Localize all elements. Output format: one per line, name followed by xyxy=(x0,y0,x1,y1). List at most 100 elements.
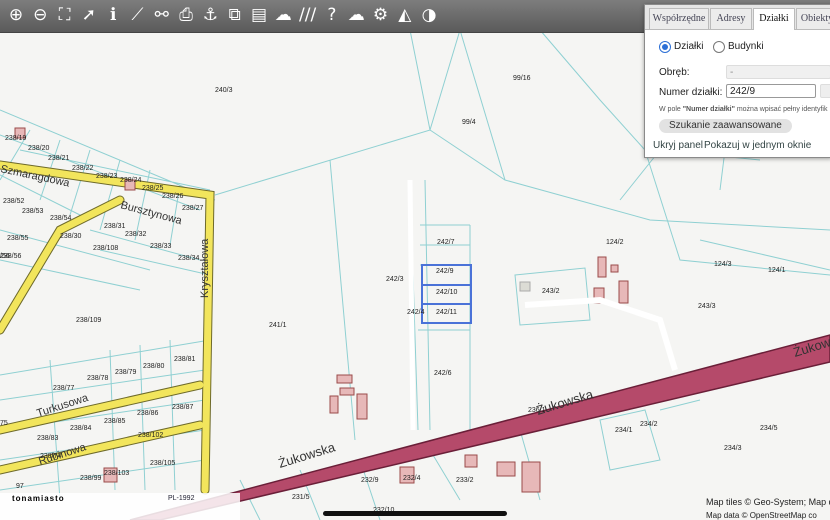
parcel-label: 238/54 xyxy=(50,215,72,222)
parcels-radio[interactable] xyxy=(659,41,671,53)
parcel-label: 240/3 xyxy=(215,87,233,94)
parcel-label: 238/109 xyxy=(76,317,101,324)
parcel-label: 238/102 xyxy=(138,432,163,439)
parcel-label: 238/27 xyxy=(182,205,204,212)
parcel-label: 238/84 xyxy=(70,425,92,432)
street-label: Kryształowa xyxy=(199,238,211,298)
parcel-label: 238/79 xyxy=(115,369,137,376)
pointer-icon[interactable]: ➚ xyxy=(77,3,101,28)
parcel-label: 242/9 xyxy=(436,268,454,275)
parcel-label: 238/103 xyxy=(104,470,129,477)
parcel-label: 238/83 xyxy=(37,435,59,442)
attribution-line1[interactable]: Map tiles © Geo-System; Map d xyxy=(706,497,830,507)
building-outbuilding xyxy=(519,281,531,292)
layout-icon[interactable]: ▤ xyxy=(247,3,271,28)
parcel-label: 238/34 xyxy=(178,255,200,262)
parcel-label: 242/10 xyxy=(436,289,458,296)
parcel-label: 238/33 xyxy=(150,243,172,250)
upload-icon[interactable]: ☁ xyxy=(344,3,368,28)
anchor-icon[interactable]: ⚓ xyxy=(198,3,222,28)
parcel-label: 231/5 xyxy=(292,494,310,501)
parcel-label: 234/2 xyxy=(640,421,658,428)
parcel-label: 238/105 xyxy=(150,460,175,467)
parcel-label: 238/87 xyxy=(172,404,194,411)
parcel-label: 238/21 xyxy=(48,155,70,162)
panel-tabs: Współrzędne Adresy Działki Obiekty xyxy=(645,5,830,30)
parcel-label: 234/5 xyxy=(760,425,778,432)
parcel-label: 242/11 xyxy=(436,309,457,316)
parcel-label: 238/85 xyxy=(104,418,126,425)
zoom-out-icon[interactable]: ⊖ xyxy=(28,3,52,28)
parcel-label: 97 xyxy=(16,483,24,490)
zoom-in-icon[interactable]: ⊕ xyxy=(4,3,28,28)
parcel-label: 238/20 xyxy=(28,145,50,152)
tab-parcels[interactable]: Działki xyxy=(753,8,795,30)
tab-coordinates[interactable]: Współrzędne xyxy=(649,8,709,29)
help-icon[interactable]: ? xyxy=(320,3,344,28)
hatch-icon[interactable]: /// xyxy=(296,3,320,28)
buildings-radio[interactable] xyxy=(713,41,725,53)
parcel-label: 232/4 xyxy=(403,475,421,482)
parcel-label: 238/52 xyxy=(3,198,25,205)
precinct-label: Obręb: xyxy=(659,67,690,78)
parcel-label: 238/31 xyxy=(104,223,126,230)
parcel-label: 238/108 xyxy=(93,245,118,252)
show-one-window-link[interactable]: Pokazuj w jednym oknie xyxy=(704,140,811,151)
side-path xyxy=(407,179,416,431)
tab-addresses[interactable]: Adresy xyxy=(710,8,752,29)
parcel-label: 124/3 xyxy=(714,261,732,268)
zoom-extent-icon[interactable]: ⛶ xyxy=(53,3,77,28)
terrain-icon[interactable]: ◭ xyxy=(393,3,417,28)
parcel-label: 242/7 xyxy=(437,239,455,246)
parcel-label: 238/26 xyxy=(162,193,184,200)
parcel-label: 124/2 xyxy=(606,239,624,246)
parcel-label: 238/30 xyxy=(60,233,82,240)
settings-icon[interactable]: ⚙ xyxy=(369,3,393,28)
parcel-label: 99/4 xyxy=(462,119,476,126)
parcel-label: 238/23 xyxy=(96,173,118,180)
parcel-label: 238/53 xyxy=(22,208,44,215)
parcel-label: 234/3 xyxy=(724,445,742,452)
parcel-label: 124/1 xyxy=(768,267,786,274)
parcel-label: 238/86 xyxy=(137,410,159,417)
advanced-search-button[interactable]: Szukanie zaawansowane xyxy=(659,119,792,133)
hide-panel-link[interactable]: Ukryj panel xyxy=(653,140,703,151)
search-panel: Współrzędne Adresy Działki Obiekty Dział… xyxy=(644,4,830,158)
parcel-hint: W pole "Numer działki" można wpisać pełn… xyxy=(659,106,828,113)
comment-icon[interactable]: ☁ xyxy=(271,3,295,28)
parcel-label: 241/1 xyxy=(269,322,287,329)
layers-icon[interactable]: ⧉ xyxy=(223,3,247,28)
precinct-select[interactable]: - xyxy=(726,65,830,79)
parcel-label: 232/9 xyxy=(361,477,379,484)
parcel-label: 238/55 xyxy=(7,235,29,242)
parcel-label: 238/99 xyxy=(80,475,102,482)
parcel-label: 238/81 xyxy=(174,356,196,363)
parcel-label: 238/80 xyxy=(143,363,165,370)
parcel-label: 238/77 xyxy=(53,385,75,392)
toggle-icon[interactable]: ◑ xyxy=(417,3,441,28)
parcel-label: 243/3 xyxy=(698,303,716,310)
parcel-label: 242/4 xyxy=(407,309,425,316)
parcel-label: 234/1 xyxy=(615,427,633,434)
parcel-label: 238/32 xyxy=(125,231,147,238)
parcel-label: 238/78 xyxy=(87,375,109,382)
parcel-number-input[interactable]: 242/9 xyxy=(726,84,816,98)
parcels-radio-label[interactable]: Działki xyxy=(674,41,703,52)
link-icon[interactable]: ⚯ xyxy=(150,3,174,28)
info-icon[interactable]: ℹ xyxy=(101,3,125,28)
projection-label: PL-1992 xyxy=(168,495,195,502)
parcel-label: 238/24 xyxy=(120,177,142,184)
buildings-radio-label[interactable]: Budynki xyxy=(728,41,764,52)
search-button[interactable] xyxy=(820,84,830,98)
print-icon[interactable]: ⎙ xyxy=(174,3,198,28)
parcel-label: 243/2 xyxy=(542,288,560,295)
tab-objects[interactable]: Obiekty xyxy=(796,8,830,29)
scale-bar: tonamiasto PL-1992 xyxy=(0,493,240,520)
parcel-label: /56 xyxy=(0,253,10,260)
parcel-label: 99/16 xyxy=(513,75,531,82)
measure-icon[interactable]: ⟋ xyxy=(126,3,150,28)
parcel-label: 233/2 xyxy=(456,477,474,484)
home-indicator xyxy=(323,511,507,516)
logo-text: tonamiasto xyxy=(12,494,65,503)
attribution-line2[interactable]: Map data © OpenStreetMap co xyxy=(706,511,817,520)
